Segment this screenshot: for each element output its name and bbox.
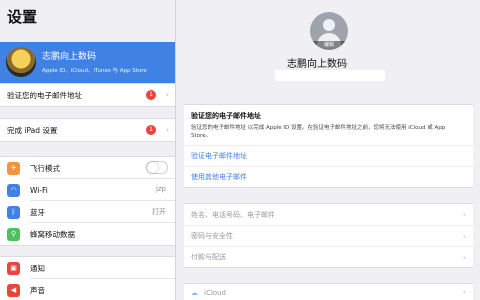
chevron-right-icon: › [165, 90, 169, 99]
speaker-icon: ◀ [7, 283, 20, 297]
row-label: iCloud [204, 288, 226, 297]
setup-group: 完成 iPad 设置 1 › [0, 118, 175, 142]
connectivity-group: ✈ 飞行模式 ◠ Wi-Fi jzp ᛒ 蓝牙 打开 ⚲ 蜂窝移动数据 [0, 156, 175, 246]
sidebar-item-notifications[interactable]: ▣ 通知 [0, 257, 175, 279]
antenna-icon: ⚲ [7, 227, 20, 241]
sidebar-item-wifi[interactable]: ◠ Wi-Fi jzp [0, 179, 175, 201]
payment-shipping-row[interactable]: 付款与配送 › [184, 246, 473, 267]
sidebar-item-label: 完成 iPad 设置 [7, 125, 58, 135]
row-label: 密码与安全性 [191, 232, 233, 240]
chevron-right-icon: › [462, 232, 466, 241]
password-security-row[interactable]: 密码与安全性 › [184, 225, 473, 246]
sidebar-item-label: 验证您的电子邮件地址 [7, 90, 82, 100]
bell-icon: ▣ [7, 261, 20, 275]
sidebar-item-label: 声音 [30, 285, 45, 295]
sidebar-item-label: 蓝牙 [30, 207, 45, 217]
edit-photo-label[interactable]: 编辑 [310, 41, 348, 50]
sidebar-item-finish-setup[interactable]: 完成 iPad 设置 1 › [0, 119, 175, 141]
profile-subtitle: Apple ID、iCloud、iTunes 与 App Store [42, 68, 147, 74]
chevron-right-icon: › [165, 125, 169, 134]
verify-email-group: 验证您的电子邮件地址 1 › [0, 83, 175, 107]
bluetooth-status-value: 打开 [152, 208, 166, 216]
wifi-icon: ◠ [7, 183, 20, 197]
sidebar-item-label: Wi-Fi [30, 185, 48, 195]
chevron-right-icon: › [462, 210, 466, 219]
chevron-right-icon: › [462, 253, 466, 262]
card-heading: 验证您的电子邮件地址 [191, 112, 261, 120]
apple-id-detail-panel: 编辑 志鹏向上数码 验证您的电子邮件地址 验证您的电子邮件地址 以完成 Appl… [177, 0, 480, 300]
sidebar-item-label: 飞行模式 [30, 163, 60, 173]
sidebar-item-label: 蜂窝移动数据 [30, 229, 75, 239]
sidebar-item-verify-email[interactable]: 验证您的电子邮件地址 1 › [0, 84, 175, 106]
sidebar-title: 设置 [7, 8, 38, 26]
card-description: 验证您的电子邮件地址 以完成 Apple ID 设置。在验证电子邮件地址之前，您… [191, 125, 446, 139]
bluetooth-icon: ᛒ [7, 205, 20, 219]
notification-badge: 1 [146, 90, 156, 100]
use-other-email-link[interactable]: 使用其他电子邮件 [184, 166, 473, 187]
account-settings-card: 姓名、电话号码、电子邮件 › 密码与安全性 › 付款与配送 › [184, 203, 473, 268]
person-head-shape [323, 19, 335, 31]
verify-email-link[interactable]: 验证电子邮件地址 [184, 145, 473, 166]
sidebar-item-cellular[interactable]: ⚲ 蜂窝移动数据 [0, 223, 175, 245]
icloud-row[interactable]: ☁ iCloud › [184, 284, 473, 300]
settings-sidebar: 设置 志鹏向上数码 Apple ID、iCloud、iTunes 与 App S… [0, 0, 176, 300]
avatar [6, 47, 36, 77]
sidebar-item-sounds[interactable]: ◀ 声音 [0, 279, 175, 300]
account-name: 志鹏向上数码 [287, 59, 347, 70]
wifi-network-value: jzp [155, 185, 166, 193]
chevron-right-icon: › [462, 287, 466, 296]
sidebar-item-label: 通知 [30, 263, 45, 273]
airplane-mode-toggle[interactable] [146, 161, 168, 174]
row-label: 付款与配送 [191, 253, 226, 261]
sidebar-item-airplane-mode[interactable]: ✈ 飞行模式 [0, 157, 175, 179]
cloud-icon: ☁ [191, 288, 198, 297]
notifications-group: ▣ 通知 ◀ 声音 [0, 256, 175, 300]
profile-name: 志鹏向上数码 [42, 52, 97, 62]
notification-badge: 1 [146, 125, 156, 135]
airplane-icon: ✈ [7, 161, 20, 175]
apple-id-profile-row[interactable]: 志鹏向上数码 Apple ID、iCloud、iTunes 与 App Stor… [0, 42, 175, 83]
icloud-card: ☁ iCloud › [184, 283, 473, 300]
account-email-redacted [275, 70, 385, 81]
row-label: 姓名、电话号码、电子邮件 [191, 210, 275, 219]
profile-photo[interactable]: 编辑 [310, 12, 348, 50]
sidebar-item-bluetooth[interactable]: ᛒ 蓝牙 打开 [0, 201, 175, 223]
verify-email-card: 验证您的电子邮件地址 验证您的电子邮件地址 以完成 Apple ID 设置。在验… [184, 104, 473, 188]
name-phone-email-row[interactable]: 姓名、电话号码、电子邮件 › [184, 204, 473, 225]
